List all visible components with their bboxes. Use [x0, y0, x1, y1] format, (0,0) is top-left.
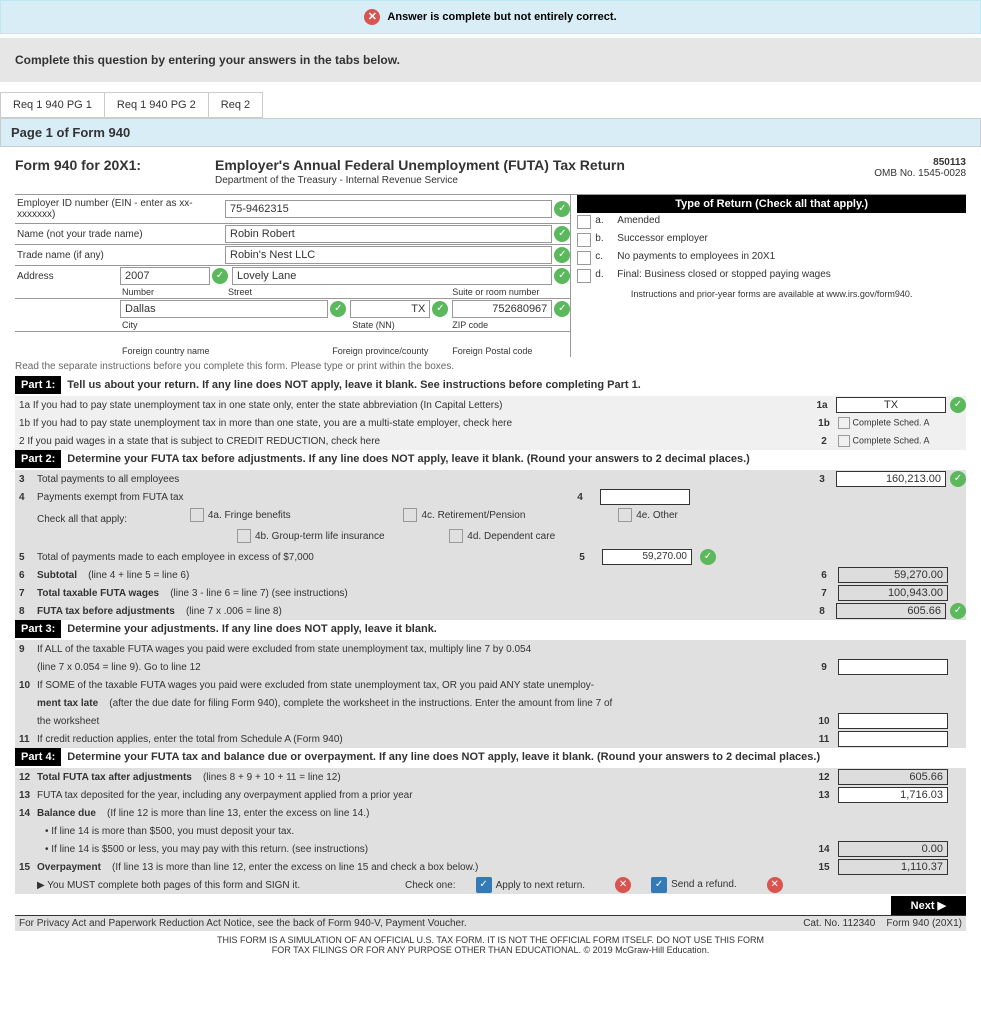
name-input[interactable]: Robin Robert [225, 225, 552, 243]
check-icon: ✓ [950, 471, 966, 487]
part4-label: Part 4: [15, 748, 61, 766]
check-icon: ✓ [554, 247, 570, 263]
trade-input[interactable]: Robin's Nest LLC [225, 246, 552, 264]
instructions-avail: Instructions and prior-year forms are av… [577, 285, 966, 303]
state-input[interactable]: TX [350, 300, 430, 318]
city-input[interactable]: Dallas [120, 300, 328, 318]
instruction-text: Complete this question by entering your … [15, 53, 400, 67]
name-label: Name (not your trade name) [15, 227, 225, 242]
line-6-val: 59,270.00 [838, 567, 948, 583]
read-separate: Read the separate instructions before yo… [15, 361, 966, 372]
checkbox-4c[interactable] [403, 508, 417, 522]
state-label: State (NN) [350, 320, 450, 330]
address-label: Address [15, 269, 120, 284]
foreign-country-label: Foreign country name [120, 346, 330, 356]
line-1a-input[interactable]: TX [836, 397, 946, 413]
disclaimer: THIS FORM IS A SIMULATION OF AN OFFICIAL… [15, 931, 966, 959]
check-icon: ✓ [554, 301, 570, 317]
part3-desc: Determine your adjustments. If any line … [61, 620, 966, 638]
line-3-input[interactable]: 160,213.00 [836, 471, 946, 487]
line-1a-desc: 1a If you had to pay state unemployment … [15, 399, 808, 412]
ein-label: Employer ID number (EIN - enter as xx-xx… [15, 196, 225, 222]
check-icon: ✓ [700, 549, 716, 565]
line-10-input[interactable] [838, 713, 948, 729]
line-2-desc: 2 If you paid wages in a state that is s… [15, 435, 810, 448]
part3-label: Part 3: [15, 620, 61, 638]
part4-desc: Determine your FUTA tax and balance due … [61, 748, 966, 766]
part1-label: Part 1: [15, 376, 61, 394]
type-return-header: Type of Return (Check all that apply.) [577, 195, 966, 213]
part1-desc: Tell us about your return. If any line d… [61, 376, 966, 394]
checkbox-c[interactable] [577, 251, 591, 265]
form-title-main: Employer's Annual Federal Unemployment (… [215, 157, 625, 173]
part2-desc: Determine your FUTA tax before adjustmen… [61, 450, 966, 468]
line-14-val: 0.00 [838, 841, 948, 857]
line-9-input[interactable] [838, 659, 948, 675]
addr-number-input[interactable]: 2007 [120, 267, 210, 285]
addr-street-input[interactable]: Lovely Lane [232, 267, 552, 285]
line-15-val: 1,110.37 [838, 859, 948, 875]
form-title-prefix: Form 940 for 20X1: [15, 157, 141, 173]
employer-info: Employer ID number (EIN - enter as xx-xx… [15, 194, 966, 357]
foreign-prov-label: Foreign province/county [330, 346, 450, 356]
check-icon: ✓ [554, 201, 570, 217]
privacy-notice: For Privacy Act and Paperwork Reduction … [19, 918, 467, 929]
street-label: Street [226, 287, 450, 297]
suite-label: Suite or room number [450, 287, 570, 297]
alert-text: Answer is complete but not entirely corr… [387, 11, 616, 23]
checkbox-4d[interactable] [449, 529, 463, 543]
checkbox-4a[interactable] [190, 508, 204, 522]
tab-req2[interactable]: Req 2 [208, 92, 263, 118]
foreign-postal-label: Foreign Postal code [450, 346, 570, 356]
error-icon: ✕ [615, 877, 631, 893]
alert-bar: ✕ Answer is complete but not entirely co… [0, 0, 981, 34]
line-1b-desc: 1b If you had to pay state unemployment … [15, 417, 810, 430]
form-number: 850113 [933, 157, 966, 168]
line-4-input[interactable] [600, 489, 690, 505]
page-title: Page 1 of Form 940 [0, 118, 981, 147]
line-13-input[interactable]: 1,716.03 [838, 787, 948, 803]
check-icon: ✓ [212, 268, 228, 284]
trade-label: Trade name (if any) [15, 248, 225, 263]
form-dept: Department of the Treasury - Internal Re… [215, 175, 874, 186]
checkbox-4b[interactable] [237, 529, 251, 543]
check-icon: ✓ [432, 301, 448, 317]
form-omb: OMB No. 1545-0028 [874, 168, 966, 179]
error-icon: ✕ [767, 877, 783, 893]
line-11-input[interactable] [838, 731, 948, 747]
tab-req1-pg2[interactable]: Req 1 940 PG 2 [104, 92, 209, 118]
check-icon: ✓ [950, 603, 966, 619]
tab-req1-pg1[interactable]: Req 1 940 PG 1 [0, 92, 105, 118]
line-12-val: 605.66 [838, 769, 948, 785]
form-area: Form 940 for 20X1: Employer's Annual Fed… [0, 147, 981, 969]
checkbox-a[interactable] [577, 215, 591, 229]
next-button[interactable]: Next ▶ [891, 896, 966, 915]
tabs: Req 1 940 PG 1 Req 1 940 PG 2 Req 2 [0, 92, 981, 118]
number-label: Number [120, 287, 226, 297]
zip-input[interactable]: 752680967 [452, 300, 552, 318]
zip-label: ZIP code [450, 320, 570, 330]
check-icon: ✓ [554, 268, 570, 284]
check-icon: ✓ [950, 397, 966, 413]
checkbox-apply[interactable]: ✓ [476, 877, 492, 893]
checkbox-4e[interactable] [618, 508, 632, 522]
checkbox-refund[interactable]: ✓ [651, 877, 667, 893]
line-5-input[interactable]: 59,270.00 [602, 549, 692, 565]
line-7-val: 100,943.00 [838, 585, 948, 601]
check-icon: ✓ [554, 226, 570, 242]
check-icon: ✓ [330, 301, 346, 317]
error-icon: ✕ [364, 9, 380, 25]
line-8-val: 605.66 [836, 603, 946, 619]
part2-label: Part 2: [15, 450, 61, 468]
checkbox-1b[interactable] [838, 417, 850, 429]
checkbox-b[interactable] [577, 233, 591, 247]
form-header: Form 940 for 20X1: Employer's Annual Fed… [15, 157, 966, 186]
checkbox-d[interactable] [577, 269, 591, 283]
checkbox-2[interactable] [838, 435, 850, 447]
city-label: City [120, 320, 350, 330]
instruction-box: Complete this question by entering your … [0, 38, 981, 82]
ein-input[interactable]: 75-9462315 [225, 200, 552, 218]
